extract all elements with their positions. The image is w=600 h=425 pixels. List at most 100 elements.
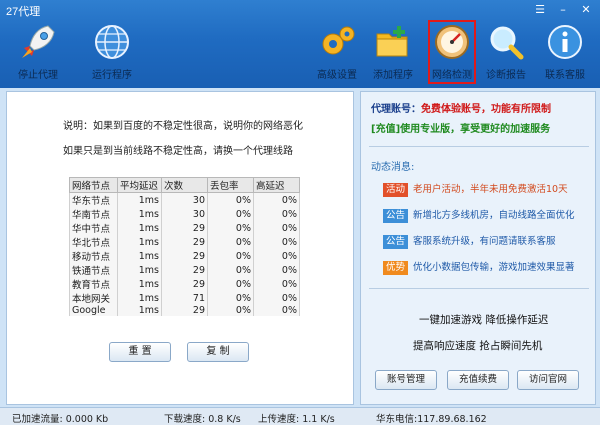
table-cell: 0% xyxy=(253,249,300,263)
download-speed: 下载速度: 0.8 K/s xyxy=(164,414,241,425)
news-item[interactable]: 公告 客服系统升级，有问题请联系客服 xyxy=(383,235,556,249)
table-cell: 0% xyxy=(207,235,254,249)
table-row: 华南节点 1ms 30 0% 0% xyxy=(69,207,300,221)
table-cell: 铁通节点 xyxy=(69,263,118,277)
promo-line-2: 提高响应速度 抢占瞬间先机 xyxy=(413,340,543,352)
network-node-table: 网络节点 平均延迟 次数 丢包率 高延迟 华东节点 1ms 30 0% 0% 华南节点 1m… xyxy=(69,177,300,316)
news-tag: 优势 xyxy=(383,261,409,275)
description-line-1: 说明：如果到百度的不稳定性很高，说明你的网络恶化 xyxy=(63,121,303,132)
account-line: 代理账号：免费体验账号，功能有所限制 xyxy=(371,100,551,115)
table-cell: 1ms xyxy=(117,249,162,263)
info-icon xyxy=(548,25,582,59)
contact-support-label: 联系客服 xyxy=(545,70,585,81)
table-cell: 0% xyxy=(207,277,254,291)
account-info-panel: 代理账号：免费体验账号，功能有所限制 [充值]使用专业版，享受更好的加速服务 动… xyxy=(360,91,596,405)
table-cell: Google xyxy=(69,305,118,316)
upgrade-line[interactable]: [充值]使用专业版，享受更好的加速服务 xyxy=(371,120,550,135)
table-cell: 1ms xyxy=(117,291,162,305)
news-tag: 活动 xyxy=(383,183,409,197)
reset-button[interactable]: 重 置 xyxy=(109,342,171,362)
table-cell: 29 xyxy=(161,263,208,277)
news-text[interactable]: 老用户活动，半年未用免费激活10天 xyxy=(413,184,568,195)
news-text[interactable]: 客服系统升级，有问题请联系客服 xyxy=(413,236,556,247)
column-header[interactable]: 网络节点 xyxy=(69,177,118,193)
contact-support-button[interactable]: 联系客服 xyxy=(536,22,594,84)
table-cell: 29 xyxy=(161,221,208,235)
table-cell: 0% xyxy=(253,291,300,305)
table-cell: 华北节点 xyxy=(69,235,118,249)
globe-icon xyxy=(95,25,129,59)
magnifier-icon xyxy=(490,26,524,60)
table-cell: 1ms xyxy=(117,235,162,249)
column-header[interactable]: 次数 xyxy=(161,177,208,193)
table-cell: 0% xyxy=(207,207,254,221)
network-check-panel: 说明：如果到百度的不稳定性很高，说明你的网络恶化 如果只是到当前线路不稳定性高，… xyxy=(6,91,354,405)
copy-button[interactable]: 复 制 xyxy=(187,342,249,362)
table-header-row: 网络节点 平均延迟 次数 丢包率 高延迟 xyxy=(69,177,300,193)
minimize-icon[interactable]: – xyxy=(553,2,573,18)
table-cell: 0% xyxy=(253,207,300,221)
column-header[interactable]: 丢包率 xyxy=(207,177,254,193)
table-cell: 1ms xyxy=(117,277,162,291)
gauge-icon xyxy=(435,25,469,59)
diagnose-report-button[interactable]: 诊断报告 xyxy=(480,22,532,84)
table-cell: 0% xyxy=(253,235,300,249)
news-tag: 公告 xyxy=(383,209,409,223)
column-header[interactable]: 高延迟 xyxy=(253,177,300,193)
network-check-label: 网络检测 xyxy=(432,70,472,81)
upgrade-key[interactable]: [充值] xyxy=(371,124,400,135)
close-icon[interactable]: ✕ xyxy=(576,2,596,18)
table-cell: 0% xyxy=(207,263,254,277)
news-tag: 公告 xyxy=(383,235,409,249)
recharge-button[interactable]: 充值续费 xyxy=(447,370,509,390)
news-item[interactable]: 公告 新增北方多线机房，自动线路全面优化 xyxy=(383,209,575,223)
table-cell: 0% xyxy=(207,192,254,207)
description-line-2: 如果只是到当前线路不稳定性高，请换一个代理线路 xyxy=(63,146,293,157)
table-cell: 0% xyxy=(253,221,300,235)
news-item[interactable]: 优势 优化小数据包传输，游戏加速效果显著 xyxy=(383,261,575,275)
account-value: 免费体验账号，功能有所限制 xyxy=(421,104,551,115)
run-program-button[interactable]: 运行程序 xyxy=(84,22,140,84)
stop-proxy-button[interactable]: 停止代理 xyxy=(10,22,66,84)
table-cell: 华东节点 xyxy=(69,192,118,207)
status-bar: 已加速流量: 0.000 Kb 下载速度: 0.8 K/s 上传速度: 1.1 … xyxy=(0,407,600,425)
table-cell: 0% xyxy=(253,305,300,316)
run-program-label: 运行程序 xyxy=(92,70,132,81)
table-cell: 1ms xyxy=(117,305,162,316)
menu-icon[interactable]: ☰ xyxy=(530,2,550,18)
table-cell: 教育节点 xyxy=(69,277,118,291)
advanced-settings-button[interactable]: 高级设置 xyxy=(311,22,363,84)
divider xyxy=(369,288,589,289)
table-cell: 1ms xyxy=(117,263,162,277)
news-text[interactable]: 优化小数据包传输，游戏加速效果显著 xyxy=(413,262,575,273)
app-title: 27代理 xyxy=(6,6,41,18)
table-row: 华东节点 1ms 30 0% 0% xyxy=(69,192,300,207)
promo-line-1: 一键加速游戏 降低操作延迟 xyxy=(419,314,549,326)
account-manage-button[interactable]: 账号管理 xyxy=(375,370,437,390)
table-row: 华北节点 1ms 29 0% 0% xyxy=(69,235,300,249)
table-cell: 本地网关 xyxy=(69,291,118,305)
visit-website-button[interactable]: 访问官网 xyxy=(517,370,579,390)
table-cell: 0% xyxy=(207,291,254,305)
table-cell: 0% xyxy=(253,277,300,291)
network-check-button[interactable]: 网络检测 xyxy=(428,20,476,84)
table-cell: 华南节点 xyxy=(69,207,118,221)
table-cell: 华中节点 xyxy=(69,221,118,235)
add-program-button[interactable]: 添加程序 xyxy=(367,22,419,84)
news-item[interactable]: 活动 老用户活动，半年未用免费激活10天 xyxy=(383,183,568,197)
table-row: 教育节点 1ms 29 0% 0% xyxy=(69,277,300,291)
table-cell: 0% xyxy=(253,192,300,207)
table-cell: 1ms xyxy=(117,207,162,221)
title-toolbar: 27代理 ☰ – ✕ 停止代理 运行程序 高级设置 添加程序 网络检测 诊断报告… xyxy=(0,0,600,88)
add-program-label: 添加程序 xyxy=(373,70,413,81)
news-text[interactable]: 新增北方多线机房，自动线路全面优化 xyxy=(413,210,575,221)
stop-proxy-label: 停止代理 xyxy=(18,70,58,81)
table-cell: 29 xyxy=(161,235,208,249)
table-row: Google 1ms 29 0% 0% xyxy=(69,305,300,316)
table-cell: 0% xyxy=(207,221,254,235)
upgrade-value: 使用专业版，享受更好的加速服务 xyxy=(400,124,551,135)
table-row: 铁通节点 1ms 29 0% 0% xyxy=(69,263,300,277)
column-header[interactable]: 平均延迟 xyxy=(117,177,162,193)
account-key: 代理账号： xyxy=(371,104,421,115)
table-cell: 30 xyxy=(161,207,208,221)
